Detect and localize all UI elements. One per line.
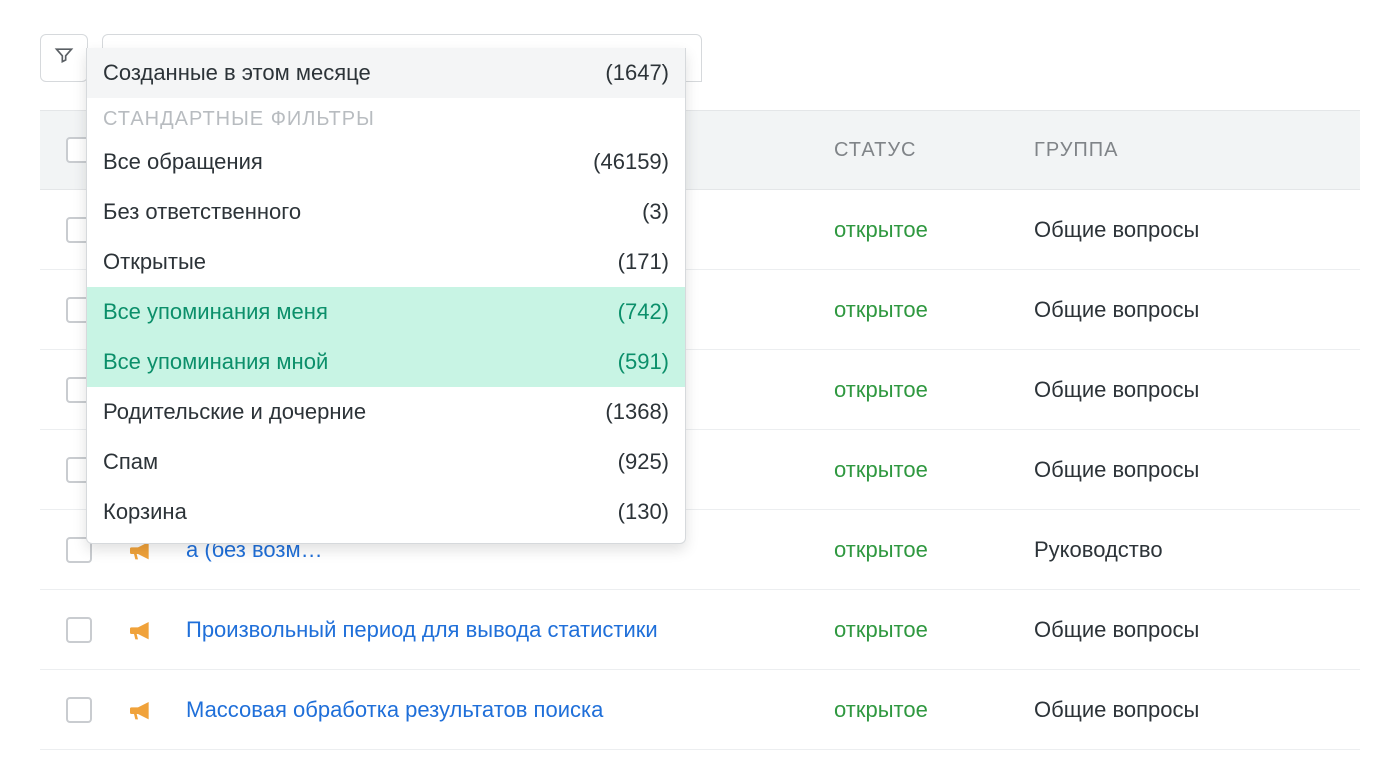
filter-option-count: (742): [618, 299, 669, 325]
filter-option-count: (1647): [605, 60, 669, 86]
filter-option-label: Все обращения: [103, 149, 263, 175]
filter-option-count: (46159): [593, 149, 669, 175]
filter-option-count: (925): [618, 449, 669, 475]
filter-option[interactable]: Спам (925): [87, 437, 685, 487]
group-cell: Общие вопросы: [1034, 617, 1354, 643]
status-badge: открытое: [834, 537, 1034, 563]
column-group: ГРУППА: [1034, 139, 1354, 162]
group-cell: Общие вопросы: [1034, 377, 1354, 403]
filter-option-count: (171): [618, 249, 669, 275]
dropdown-section-heading: СТАНДАРТНЫЕ ФИЛЬТРЫ: [87, 98, 685, 137]
filter-option-label: Созданные в этом месяце: [103, 60, 371, 86]
group-cell: Общие вопросы: [1034, 297, 1354, 323]
filter-option[interactable]: Открытые (171): [87, 237, 685, 287]
filter-option[interactable]: Созданные в этом месяце (1647): [87, 48, 685, 98]
row-checkbox[interactable]: [66, 697, 92, 723]
megaphone-icon: [126, 694, 186, 726]
status-badge: открытое: [834, 457, 1034, 483]
filter-dropdown: Созданные в этом месяце (1647) СТАНДАРТНЫЕ…: [86, 48, 686, 544]
filter-option-label: Все упоминания меня: [103, 299, 328, 325]
status-badge: открытое: [834, 297, 1034, 323]
filter-option-count: (1368): [605, 399, 669, 425]
filter-option-count: (3): [642, 199, 669, 225]
ticket-title-link[interactable]: Массовая обработка результатов поиска: [186, 697, 834, 723]
filter-option-count: (591): [618, 349, 669, 375]
table-row: Массовая обработка результатов поискаотк…: [40, 670, 1360, 750]
filter-option[interactable]: Без ответственного (3): [87, 187, 685, 237]
filter-option-label: Без ответственного: [103, 199, 301, 225]
row-checkbox[interactable]: [66, 617, 92, 643]
filter-option-count: (130): [618, 499, 669, 525]
status-badge: открытое: [834, 697, 1034, 723]
megaphone-icon: [126, 614, 186, 646]
filter-option-label: Родительские и дочерние: [103, 399, 366, 425]
filter-option-label: Все упоминания мной: [103, 349, 328, 375]
funnel-icon: [54, 45, 74, 71]
status-badge: открытое: [834, 617, 1034, 643]
filter-option[interactable]: Все упоминания меня (742): [87, 287, 685, 337]
column-status: СТАТУС: [834, 139, 1034, 162]
group-cell: Руководство: [1034, 537, 1354, 563]
filter-button[interactable]: [40, 34, 88, 82]
status-badge: открытое: [834, 377, 1034, 403]
table-row: Произвольный период для вывода статистик…: [40, 590, 1360, 670]
group-cell: Общие вопросы: [1034, 457, 1354, 483]
filter-option-label: Открытые: [103, 249, 206, 275]
filter-option-label: Спам: [103, 449, 158, 475]
filter-option-label: Корзина: [103, 499, 187, 525]
status-badge: открытое: [834, 217, 1034, 243]
filter-option[interactable]: Родительские и дочерние (1368): [87, 387, 685, 437]
filter-option[interactable]: Все обращения (46159): [87, 137, 685, 187]
group-cell: Общие вопросы: [1034, 697, 1354, 723]
filter-option[interactable]: Все упоминания мной (591): [87, 337, 685, 387]
ticket-title-link[interactable]: Произвольный период для вывода статистик…: [186, 617, 834, 643]
group-cell: Общие вопросы: [1034, 217, 1354, 243]
filter-option[interactable]: Корзина (130): [87, 487, 685, 537]
